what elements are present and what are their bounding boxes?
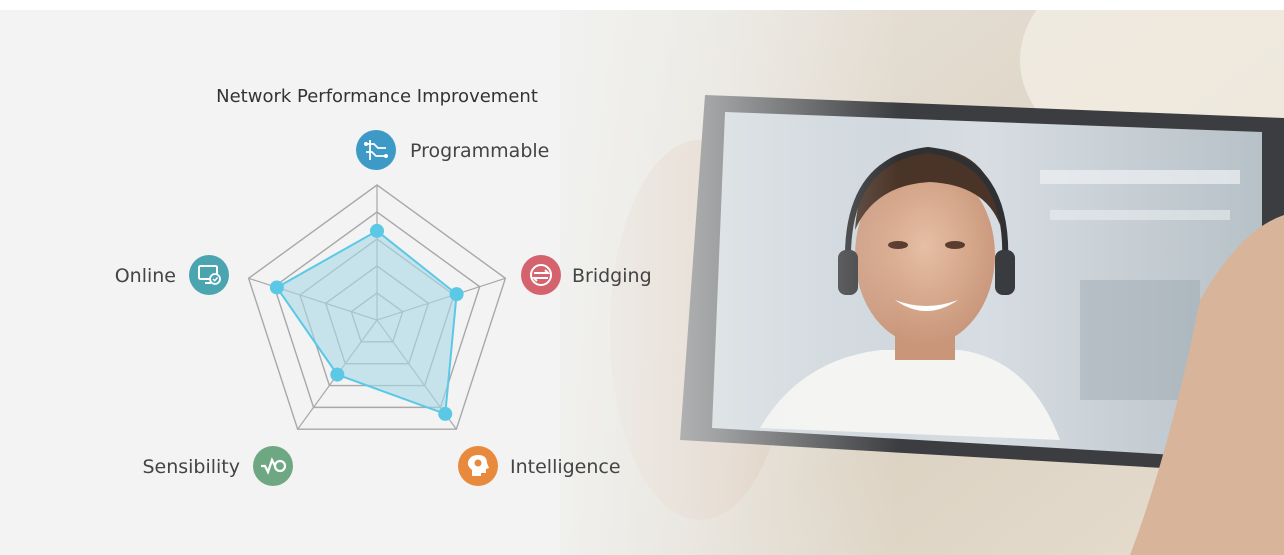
data-point-intelligence — [438, 406, 453, 421]
data-point-programmable — [370, 223, 384, 238]
chart-title: Network Performance Improvement — [216, 86, 538, 107]
radar-chart: Network Performance Improvement Programm… — [115, 86, 652, 486]
axis-label-bridging: Bridging — [572, 265, 652, 287]
monitor-check-icon — [189, 255, 229, 295]
data-point-bridging — [449, 287, 464, 302]
data-point-online — [269, 280, 284, 295]
axis-label-intelligence: Intelligence — [510, 456, 621, 478]
series-area — [275, 229, 458, 416]
head-brain-icon — [458, 446, 498, 486]
banner: Network Performance Improvement Programm… — [0, 0, 1284, 555]
circuit-icon — [356, 130, 396, 170]
axis-label-online: Online — [115, 265, 176, 287]
arrows-exchange-icon — [521, 255, 561, 295]
axis-label-programmable: Programmable — [410, 140, 549, 162]
axis-label-sensibility: Sensibility — [142, 456, 240, 478]
signal-pulse-icon — [253, 446, 293, 486]
data-point-sensibility — [330, 367, 345, 382]
